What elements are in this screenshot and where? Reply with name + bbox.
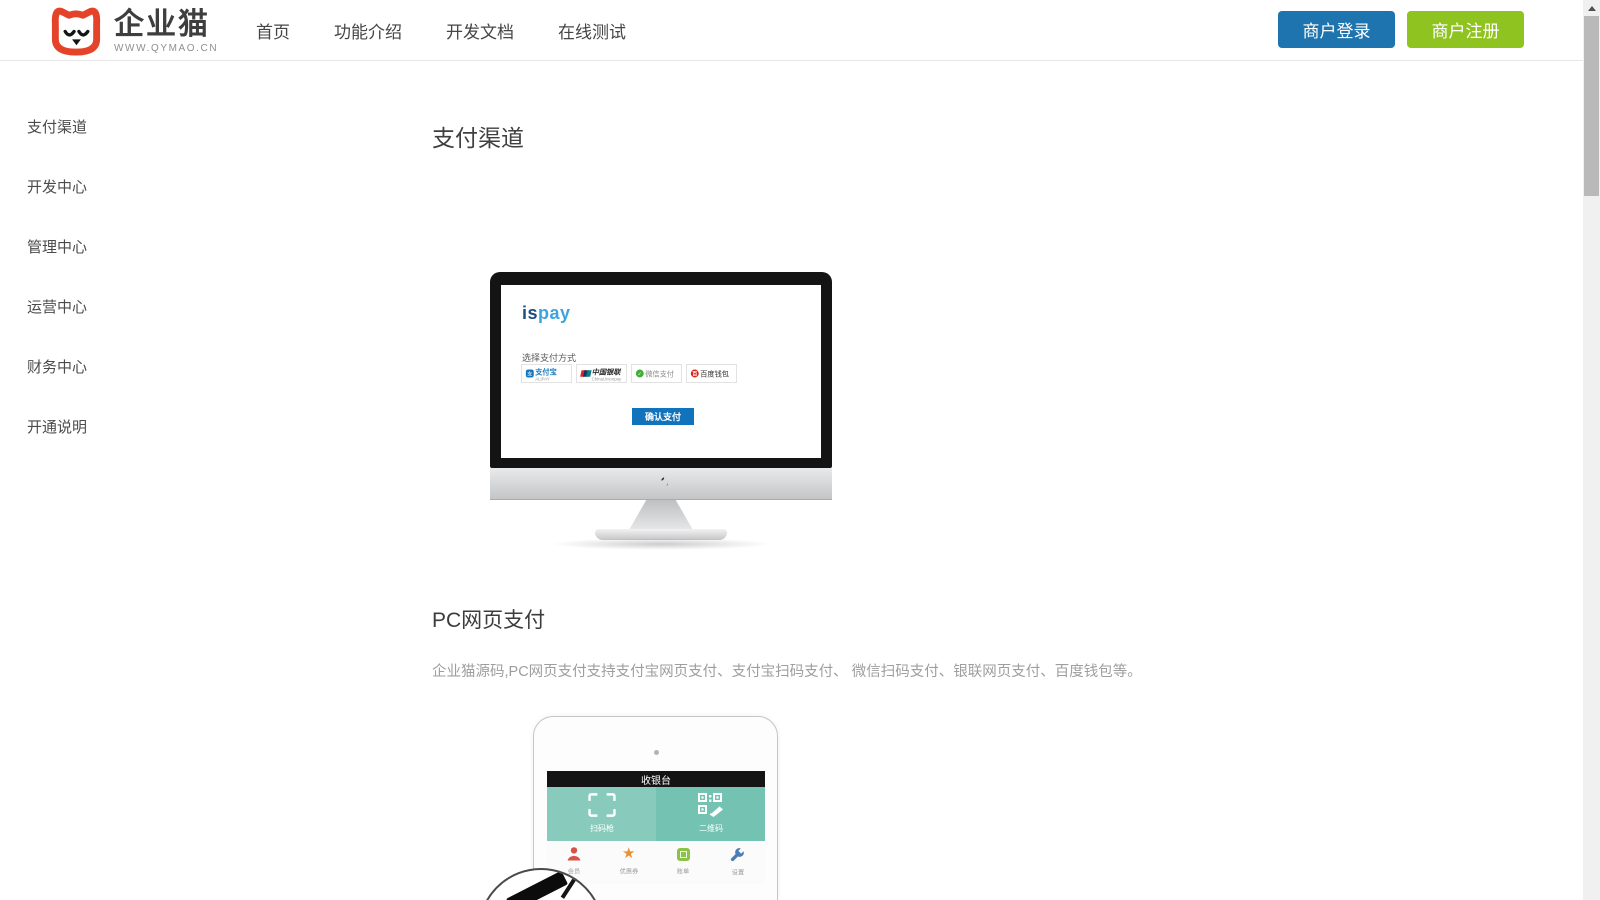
tablet-camera-dot [654,750,659,755]
merchant-register-button[interactable]: 商户注册 [1407,11,1524,48]
top-navbar: 企业猫 WWW.QYMAO.CN 首页 功能介绍 开发文档 在线测试 商户登录 … [0,0,1583,61]
nav-links: 首页 功能介绍 开发文档 在线测试 [256,0,626,60]
payment-option-alipay: 支 支付宝 ALIPAY [521,364,572,383]
sidebar-item-finance-center[interactable]: 财务中心 [27,356,87,379]
nav-item-features[interactable]: 功能介绍 [334,18,402,43]
page-title: 支付渠道 [432,119,524,153]
tablet-screen: 收银台 扫码枪 [547,771,765,884]
imac-shadow [550,538,772,550]
imac-bezel: ispay 选择支付方式 支 支付宝 ALIPAY [490,272,832,468]
cat-logo-icon [46,3,106,58]
brand-name: 企业猫 [114,9,218,41]
qr-code-panel: 二维码 [656,787,765,841]
baidu-wallet-icon: 百 [691,370,699,378]
cashier-dock: 会员 ★ 优惠券 账单 设置 [547,841,765,884]
sidebar-item-operation-center[interactable]: 运营中心 [27,296,87,319]
scan-gun-panel: 扫码枪 [547,787,656,841]
bill-icon [677,848,690,861]
scan-gun-label: 扫码枪 [590,822,614,834]
qr-code-icon [698,793,724,817]
imac-promo-image: ispay 选择支付方式 支 支付宝 ALIPAY [490,272,832,552]
sidebar-menu: 支付渠道 开发中心 管理中心 运营中心 财务中心 开通说明 [27,116,87,476]
vertical-scrollbar[interactable] [1583,0,1600,900]
scan-frame-icon [588,793,616,817]
sidebar-item-payment-channels[interactable]: 支付渠道 [27,116,87,139]
imac-chin [490,468,832,500]
unionpay-icon [581,370,590,376]
dock-item-bill: 账单 [656,841,711,884]
payment-option-baidu: 百 百度钱包 [686,364,737,383]
cashier-panels: 扫码枪 [547,787,765,841]
payment-option-unionpay: 中国银联 ChinaUnionpay [576,364,627,383]
imac-stand-neck [629,500,693,530]
sidebar-item-admin-center[interactable]: 管理中心 [27,236,87,259]
section-description: 企业猫源码,PC网页支付支持支付宝网页支付、支付宝扫码支付、 微信扫码支付、银联… [432,660,1142,681]
sidebar-item-activation-guide[interactable]: 开通说明 [27,416,87,439]
payment-method-row: 支 支付宝 ALIPAY 中国银联 ChinaUnion [521,364,737,383]
brand-logo[interactable]: 企业猫 WWW.QYMAO.CN [46,3,218,58]
merchant-login-button[interactable]: 商户登录 [1278,11,1395,48]
payment-option-wechat: ✓ 微信支付 [631,364,682,383]
dock-item-coupon: ★ 优惠券 [602,841,657,884]
confirm-payment-button: 确认支付 [632,408,694,425]
brand-domain: WWW.QYMAO.CN [114,43,218,54]
nav-item-docs[interactable]: 开发文档 [446,18,514,43]
tablet-promo-image: 收银台 扫码枪 [533,716,778,900]
ispay-logo: ispay [522,303,571,324]
qr-code-label: 二维码 [699,822,723,834]
page: 企业猫 WWW.QYMAO.CN 首页 功能介绍 开发文档 在线测试 商户登录 … [0,0,1600,900]
nav-item-home[interactable]: 首页 [256,18,290,43]
imac-display: ispay 选择支付方式 支 支付宝 ALIPAY [501,285,821,458]
settings-wrench-icon [730,847,745,862]
choose-payment-label: 选择支付方式 [522,351,576,364]
coupon-star-icon: ★ [622,847,635,861]
brand-text: 企业猫 WWW.QYMAO.CN [114,3,218,54]
cashier-titlebar: 收银台 [547,771,765,787]
scrollbar-up-icon[interactable] [1583,0,1600,16]
wechat-pay-icon: ✓ [636,370,644,378]
nav-item-online-test[interactable]: 在线测试 [558,18,626,43]
sidebar-item-dev-center[interactable]: 开发中心 [27,176,87,199]
apple-logo-icon [655,476,668,491]
dock-item-settings: 设置 [711,841,766,884]
scrollbar-thumb[interactable] [1584,16,1599,196]
alipay-icon: 支 [526,370,534,378]
member-person-icon [566,847,582,861]
section-heading: PC网页支付 [432,604,545,634]
